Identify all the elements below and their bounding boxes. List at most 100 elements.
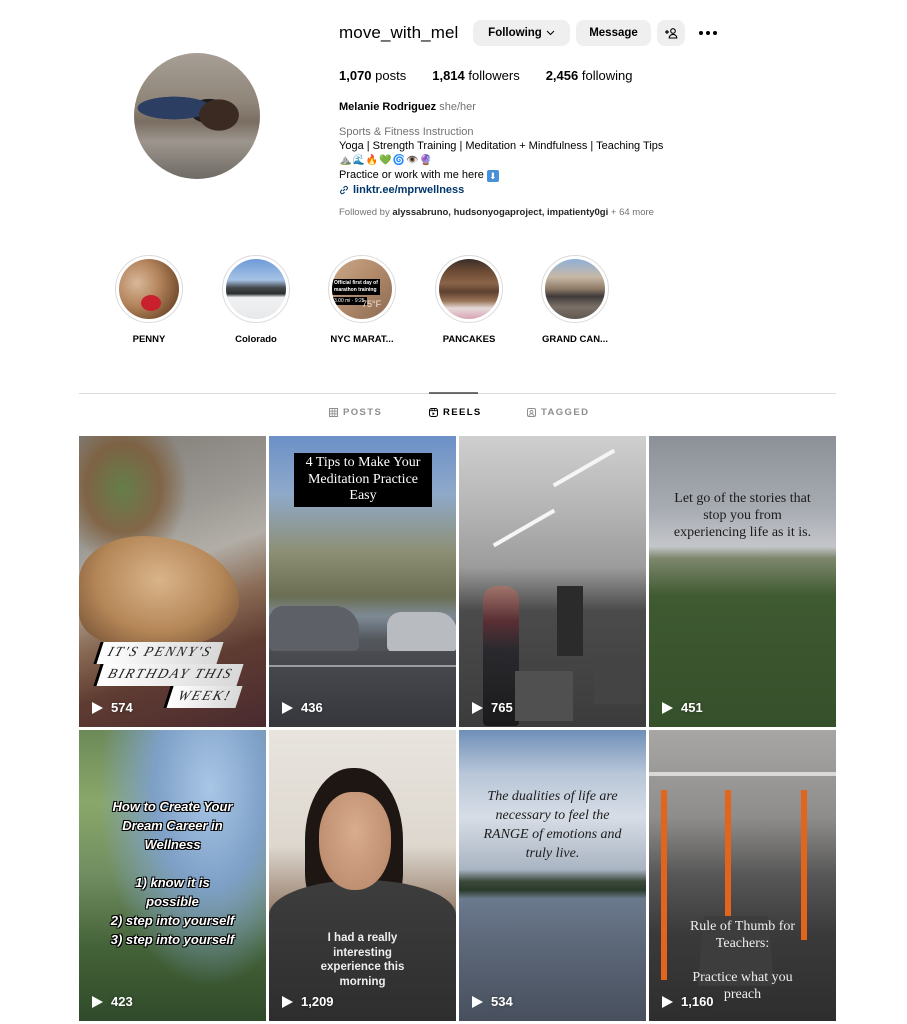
reel-view-count: 436 [282, 700, 323, 715]
bio-name-row: Melanie Rodriguez she/her [339, 100, 663, 115]
caption-line: Dream Career in [122, 818, 223, 833]
caption-line: Teachers: [715, 936, 770, 951]
bio-line-2-text: Practice or work with me here [339, 169, 484, 181]
reel-thumbnail-car [269, 606, 359, 651]
highlight-ring [435, 255, 503, 323]
play-icon [282, 995, 293, 1008]
caption-line: 3) step into yourself [110, 932, 235, 947]
reel-tile[interactable]: How to Create Your Dream Career in Welln… [79, 730, 266, 1021]
highlight-label: Colorado [235, 334, 277, 345]
tab-posts[interactable]: POSTS [329, 407, 382, 418]
bio-emojis: ⛰️🌊🔥💚🌀👁️🔮 [339, 154, 434, 166]
message-button[interactable]: Message [576, 20, 651, 46]
reel-thumbnail-subject [79, 536, 239, 646]
tab-tagged-label: TAGGED [541, 407, 590, 418]
followed-by-more: + 64 more [608, 207, 654, 218]
highlight-colorado[interactable]: Colorado [217, 255, 295, 345]
tab-tagged[interactable]: TAGGED [527, 407, 589, 418]
reel-tile[interactable]: Rule of Thumb for Teachers: Practice wha… [649, 730, 836, 1021]
tab-posts-label: POSTS [343, 407, 383, 418]
play-icon [92, 995, 103, 1008]
reel-thumbnail-rack [557, 586, 583, 656]
highlight-cover [226, 259, 286, 319]
followers-stat[interactable]: 1,814 followers [432, 68, 519, 83]
overlay-temp: 75°F [362, 299, 382, 309]
message-label: Message [589, 27, 638, 39]
reel-tile[interactable]: 4 Tips to Make Your Meditation Practice … [269, 436, 456, 727]
profile-tabs: POSTS REELS TAGGED [0, 407, 907, 423]
highlight-label: GRAND CAN... [542, 334, 608, 345]
story-highlights: PENNY Colorado Official first day of mara… [110, 255, 630, 355]
reel-tile[interactable]: Let go of the stories that stop you from… [649, 436, 836, 727]
highlight-penny[interactable]: PENNY [110, 255, 188, 345]
overlay-line-1: Official first day of [334, 280, 378, 286]
following-label: following [578, 68, 633, 83]
caption-line: RANGE of emotions and [483, 827, 622, 842]
bio-line-2: Practice or work with me here ⬇ [339, 168, 663, 183]
bio-link[interactable]: linktr.ee/mprwellness [339, 183, 663, 198]
followed-by[interactable]: Followed by alyssabruno, hudsonyogaproje… [339, 206, 663, 221]
followers-label: followers [464, 68, 520, 83]
profile-avatar[interactable] [134, 53, 260, 179]
overlay-line-2: marathon training [334, 287, 377, 293]
reel-thumbnail-box [594, 656, 642, 704]
caption-line: truly live. [525, 846, 580, 861]
reel-thumbnail-crossbar [649, 772, 836, 776]
caption-line: How to Create Your [112, 799, 233, 814]
reel-tile[interactable]: IT'S PENNY'S BIRTHDAY THIS WEEK! 574 [79, 436, 266, 727]
caption-line: The dualities of life are [487, 789, 618, 804]
profile-username: move_with_mel [339, 23, 459, 42]
bio-category: Sports & Fitness Instruction [339, 125, 474, 138]
posts-stat: 1,070 posts [339, 68, 406, 83]
ceiling-light [552, 448, 616, 488]
ceiling-light [492, 508, 556, 548]
play-icon [472, 995, 483, 1008]
add-person-icon [665, 28, 678, 39]
following-stat[interactable]: 2,456 following [546, 68, 633, 83]
pronouns: she/her [439, 101, 476, 113]
avatar-image [134, 53, 260, 179]
following-button[interactable]: Following [473, 20, 570, 46]
highlight-ring [541, 255, 609, 323]
reel-view-count: 1,209 [282, 994, 334, 1009]
caption-line: experience this [320, 961, 405, 973]
tab-reels[interactable]: REELS [429, 407, 482, 418]
suggested-accounts-button[interactable] [657, 20, 685, 46]
posts-count: 1,070 [339, 68, 372, 83]
play-icon [92, 701, 103, 714]
followed-by-prefix: Followed by [339, 207, 393, 218]
profile-stats: 1,070 posts 1,814 followers 2,456 follow… [339, 68, 658, 83]
play-icon [662, 701, 673, 714]
chevron-down-icon [546, 30, 555, 36]
view-count-text: 451 [681, 700, 703, 715]
bio-line-1: Yoga | Strength Training | Meditation + … [339, 140, 664, 152]
more-options-button[interactable] [694, 22, 722, 44]
highlight-cover [439, 259, 499, 319]
highlight-grand-canyon[interactable]: GRAND CAN... [536, 255, 614, 345]
reel-view-count: 765 [472, 700, 513, 715]
reel-view-count: 1,160 [662, 994, 714, 1009]
full-name: Melanie Rodriguez [339, 101, 437, 113]
highlight-label: NYC MARAT... [330, 334, 394, 345]
highlight-cover [545, 259, 605, 319]
reel-tile[interactable]: The dualities of life are necessary to f… [459, 730, 646, 1021]
caption-line: necessary to feel the [495, 808, 610, 823]
active-tab-indicator [429, 392, 478, 394]
reel-tile[interactable]: 765 [459, 436, 646, 727]
profile-bio: Melanie Rodriguez she/her Sports & Fitne… [339, 100, 663, 221]
highlight-pancakes[interactable]: PANCAKES [430, 255, 508, 345]
view-count-text: 574 [111, 700, 133, 715]
caption-line: morning [339, 975, 386, 988]
highlight-nyc-marathon[interactable]: Official first day of marathon training 3… [323, 255, 401, 345]
reel-caption: 4 Tips to Make Your Meditation Practice … [294, 453, 432, 507]
reel-thumbnail-box [515, 671, 573, 721]
caption-line: WEEK! [163, 686, 243, 708]
highlight-overlay-text: Official first day of marathon training [332, 279, 380, 295]
reel-tile[interactable]: I had a really interesting experience th… [269, 730, 456, 1021]
reel-caption: The dualities of life are necessary to f… [459, 787, 646, 863]
followers-count: 1,814 [432, 68, 465, 83]
caption-line: Rule of Thumb for [689, 919, 796, 934]
reel-view-count: 534 [472, 994, 513, 1009]
reel-view-count: 451 [662, 700, 703, 715]
